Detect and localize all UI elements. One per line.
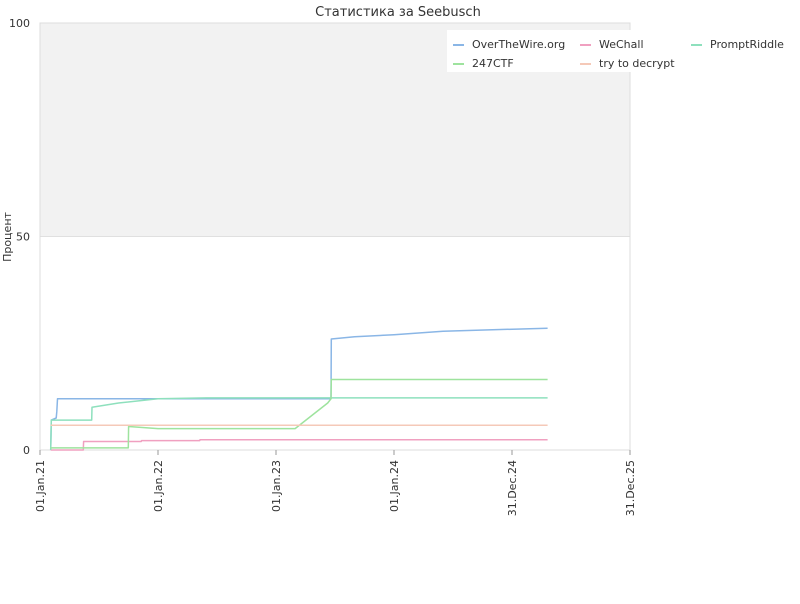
x-tick-label: 01.Jan.24: [388, 460, 401, 512]
y-tick-label: 100: [9, 17, 30, 30]
legend-label: WeChall: [599, 38, 644, 51]
legend-label: try to decrypt: [599, 57, 675, 70]
legend-label: PromptRiddle: [710, 38, 784, 51]
legend: OverTheWire.org WeChall PromptRiddle 247CTF…: [447, 30, 800, 72]
x-tick-label: 31.Dec.24: [506, 460, 519, 516]
x-tick-label: 01.Jan.22: [152, 460, 165, 512]
chart-title: Статистика за Seebusch: [315, 5, 481, 20]
chart-svg: Статистика за Seebusch Процент 0 50 100 01.…: [1, 5, 800, 516]
x-tick-label: 01.Jan.21: [34, 460, 47, 512]
plot-area: 0 50 100 01.Jan.21 01.Jan.22 01.Jan.23 01.Jan.…: [9, 17, 637, 516]
y-tick-label: 50: [16, 231, 30, 244]
series-line: [49, 327, 548, 451]
x-tick-label: 31.Dec.25: [624, 460, 637, 516]
x-tick-label: 01.Jan.23: [270, 460, 283, 512]
legend-label: OverTheWire.org: [472, 38, 565, 51]
legend-label: 247CTF: [472, 57, 514, 70]
y-axis-label: Процент: [1, 211, 14, 261]
series-line: [50, 378, 548, 449]
chart-root: Статистика за Seebusch Процент 0 50 100 01.…: [0, 0, 800, 600]
y-tick-label: 0: [23, 444, 30, 457]
